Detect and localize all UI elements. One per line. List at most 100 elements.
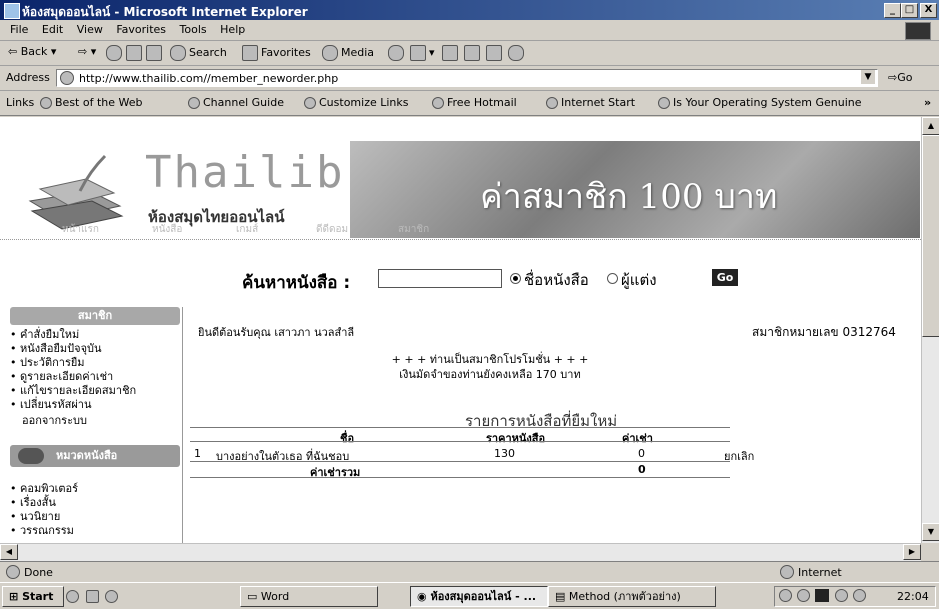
nav-games[interactable]: เกมส์ xyxy=(236,222,258,237)
taskbar-item-browser[interactable]: ◉ ห้องสมุดออนไลน์ - ... xyxy=(410,586,548,607)
search-go-button[interactable]: Go xyxy=(712,269,738,286)
clock: 22:04 xyxy=(897,590,929,603)
scroll-up-arrow-icon[interactable]: ▲ xyxy=(922,117,939,135)
media-button[interactable]: Media xyxy=(322,45,374,61)
media-icon xyxy=(322,45,338,61)
sidebar-logout[interactable]: ออกจากระบบ xyxy=(22,411,87,429)
nav-member[interactable]: สมาชิก xyxy=(398,222,429,237)
edit-icon xyxy=(464,45,480,61)
menu-favorites[interactable]: Favorites xyxy=(116,23,166,36)
language-indicator-icon[interactable] xyxy=(815,589,829,602)
tray-icon-1[interactable] xyxy=(779,589,792,602)
table-row-rule xyxy=(190,461,730,462)
maximize-button[interactable]: □ xyxy=(901,3,918,18)
row-number: 1 xyxy=(194,447,201,460)
table-bottom-rule xyxy=(190,477,730,478)
word-icon: ▭ xyxy=(247,590,258,603)
link-os-genuine[interactable]: Is Your Operating System Genuine xyxy=(658,96,862,109)
radio-author[interactable] xyxy=(607,273,618,284)
document-icon: ▤ xyxy=(555,590,566,603)
link-best-of-web[interactable]: Best of the Web xyxy=(40,96,142,109)
status-text: Done xyxy=(24,566,53,579)
row-rent: 0 xyxy=(638,447,645,460)
table-top-rule xyxy=(190,427,730,428)
history-button[interactable] xyxy=(388,45,407,61)
quick-launch xyxy=(66,589,121,603)
favorites-button[interactable]: Favorites xyxy=(242,45,311,61)
ie-icon xyxy=(4,3,20,19)
scroll-right-arrow-icon[interactable]: ▶ xyxy=(903,544,921,560)
address-bar: Address http://www.thailib.com//member_n… xyxy=(0,66,939,91)
minimize-button[interactable]: _ xyxy=(884,3,901,18)
refresh-icon xyxy=(126,45,142,61)
mail-button[interactable]: ▾ xyxy=(410,45,435,61)
refresh-button[interactable] xyxy=(126,45,145,61)
row-cancel-link[interactable]: ยกเลิก xyxy=(724,447,754,465)
quick-launch-ie-icon[interactable] xyxy=(66,589,79,603)
stop-button[interactable] xyxy=(106,45,125,61)
messenger-button[interactable] xyxy=(508,45,527,61)
system-tray: 22:04 xyxy=(774,586,936,607)
scroll-thumb[interactable] xyxy=(922,135,939,337)
logo-text: Thailib xyxy=(145,147,345,198)
page-done-icon xyxy=(6,565,20,579)
forward-button[interactable]: ⇨ ▾ xyxy=(78,45,96,58)
member-number: สมาชิกหมายเลข 0312764 xyxy=(752,325,896,339)
link-internet-start[interactable]: Internet Start xyxy=(546,96,635,109)
radio-title[interactable] xyxy=(510,273,521,284)
tray-icon-4[interactable] xyxy=(853,589,866,602)
ie-page-icon xyxy=(546,97,558,109)
category-literature[interactable]: • วรรณกรรม xyxy=(10,521,74,539)
nav-dvd[interactable]: ดีดีดอม xyxy=(316,222,348,237)
book-search-input[interactable] xyxy=(378,269,502,288)
link-free-hotmail[interactable]: Free Hotmail xyxy=(432,96,517,109)
menu-tools[interactable]: Tools xyxy=(180,23,207,36)
links-overflow-chevron-icon[interactable]: » xyxy=(924,96,931,109)
back-button[interactable]: ⇦ Back ▾ xyxy=(8,45,56,58)
taskbar-item-word[interactable]: ▭ Word xyxy=(240,586,378,607)
scroll-down-arrow-icon[interactable]: ▼ xyxy=(922,523,939,541)
close-button[interactable]: X xyxy=(920,3,937,18)
tray-icon-2[interactable] xyxy=(797,589,810,602)
nav-home[interactable]: หน้าแรก xyxy=(62,222,99,237)
sidebar-divider xyxy=(182,307,183,543)
table-row: 1 บางอย่างในตัวเธอ ที่ฉันชอบ 130 0 ยกเลิ… xyxy=(190,447,890,463)
print-button[interactable] xyxy=(442,45,461,61)
book-stack-icon xyxy=(28,154,124,230)
edit-button[interactable] xyxy=(464,45,483,61)
search-button[interactable]: Search xyxy=(170,45,227,61)
quick-launch-desktop-icon[interactable] xyxy=(85,589,99,603)
messenger-icon xyxy=(508,45,524,61)
go-button[interactable]: ⇨Go xyxy=(888,71,912,84)
nav-books[interactable]: หนังสือ xyxy=(152,222,182,237)
ie-page-icon xyxy=(432,97,444,109)
radio-title-label: ชื่อหนังสือ xyxy=(524,271,589,289)
title-bar: ห้องสมุดออนไลน์ - Microsoft Internet Exp… xyxy=(0,0,939,20)
search-icon xyxy=(170,45,186,61)
home-icon xyxy=(146,45,162,61)
tray-icon-3[interactable] xyxy=(835,589,848,602)
total-value: 0 xyxy=(638,463,646,476)
scroll-left-arrow-icon[interactable]: ◀ xyxy=(0,544,18,560)
ie-page-icon xyxy=(658,97,670,109)
home-button[interactable] xyxy=(146,45,165,61)
taskbar-item-method[interactable]: ▤ Method (ภาพตัวอย่าง) xyxy=(548,586,716,607)
deposit-text: เงินมัดจำของท่านยังคงเหลือ 170 บาท xyxy=(399,368,581,381)
discuss-button[interactable] xyxy=(486,45,505,61)
address-input[interactable]: http://www.thailib.com//member_neworder.… xyxy=(56,69,878,87)
menu-bar: File Edit View Favorites Tools Help xyxy=(0,20,939,41)
link-customize-links[interactable]: Customize Links xyxy=(304,96,409,109)
quick-launch-media-icon[interactable] xyxy=(105,589,118,603)
vertical-scrollbar[interactable]: ▲ ▼ xyxy=(921,117,939,543)
menu-help[interactable]: Help xyxy=(220,23,245,36)
menu-view[interactable]: View xyxy=(77,23,103,36)
radio-author-label: ผู้แต่ง xyxy=(621,271,657,289)
link-channel-guide[interactable]: Channel Guide xyxy=(188,96,284,109)
start-button[interactable]: ⊞ Start xyxy=(2,586,64,607)
windows-flag-icon xyxy=(905,22,931,40)
address-dropdown-button[interactable]: ▼ xyxy=(861,70,875,84)
menu-file[interactable]: File xyxy=(10,23,28,36)
site-nav: หน้าแรก หนังสือ เกมส์ ดีดีดอม สมาชิก xyxy=(0,221,921,237)
menu-edit[interactable]: Edit xyxy=(42,23,63,36)
horizontal-scrollbar[interactable]: ◀ ▶ xyxy=(0,543,921,561)
